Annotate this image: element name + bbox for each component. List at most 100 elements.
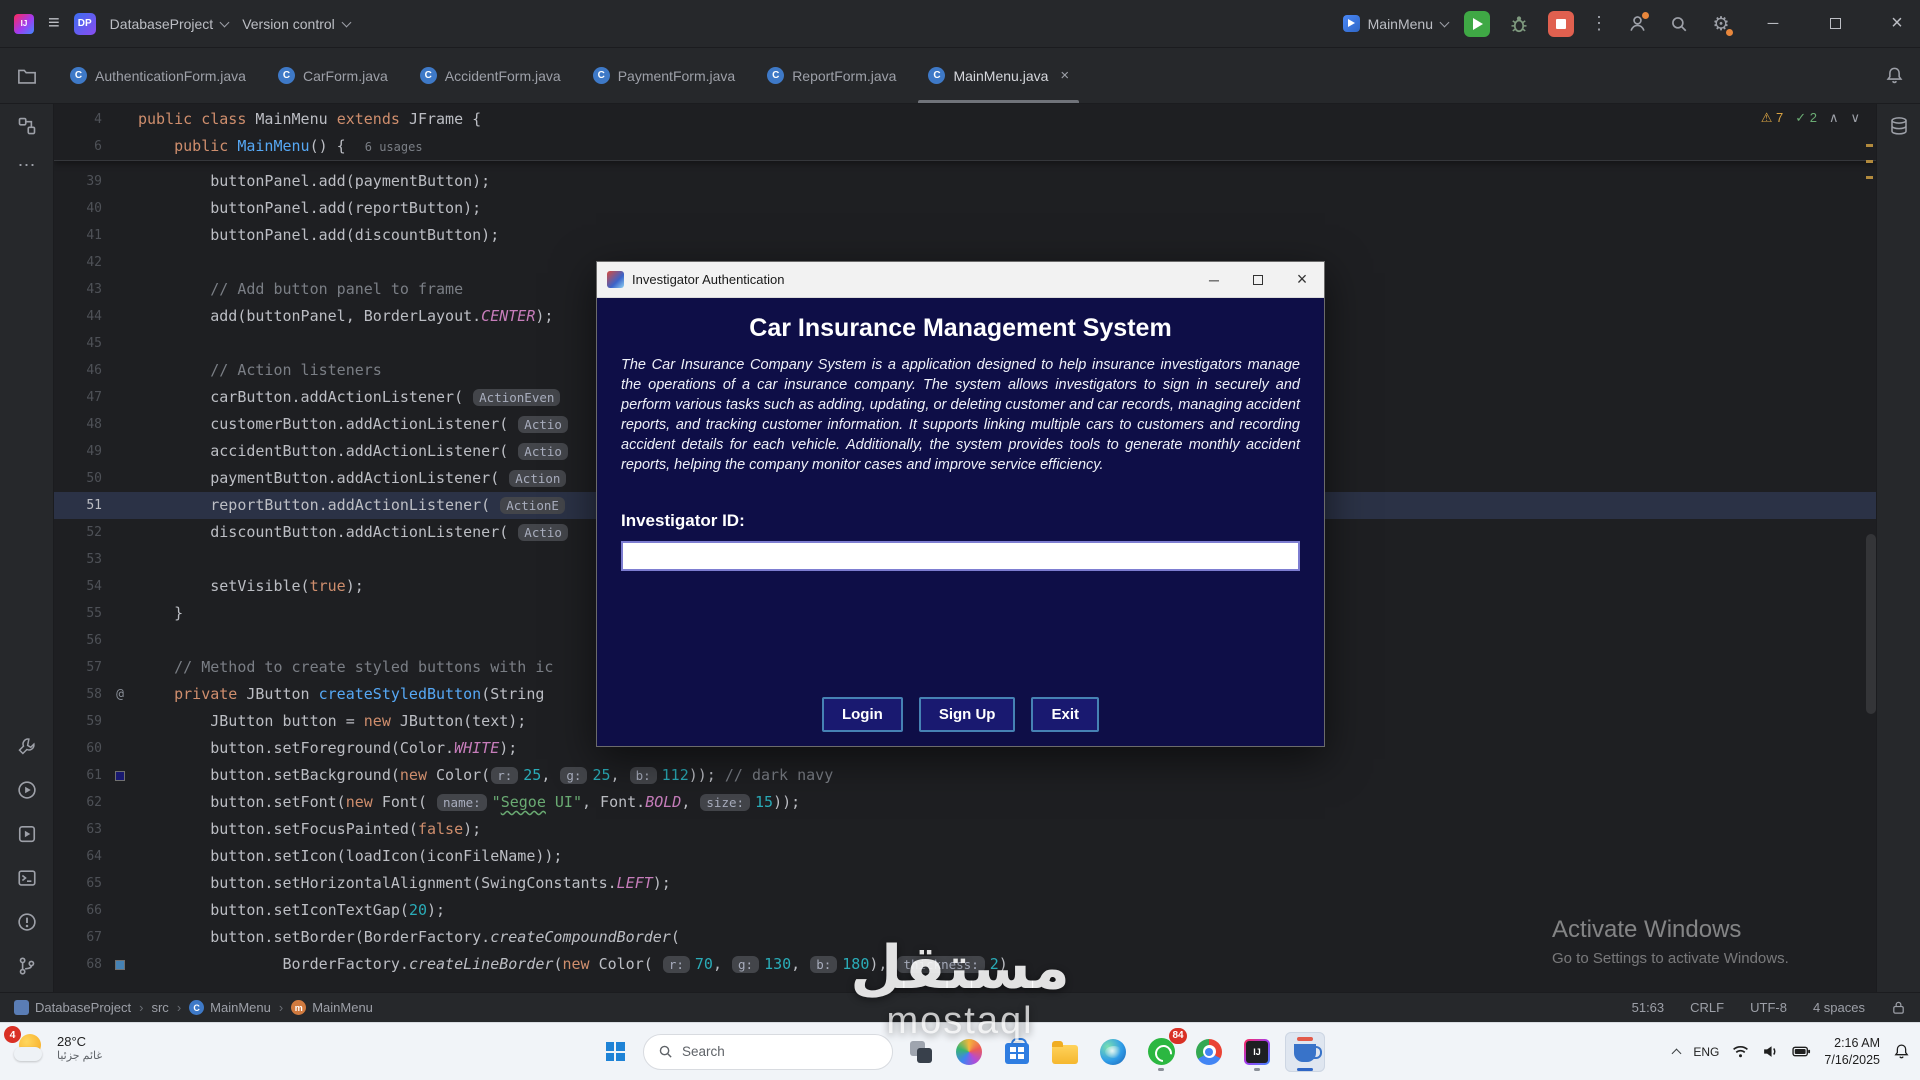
- debug-button[interactable]: [1506, 11, 1532, 37]
- java-app-button[interactable]: [1285, 1032, 1325, 1072]
- file-encoding[interactable]: UTF-8: [1750, 1000, 1787, 1015]
- line-number: 49: [54, 438, 102, 465]
- error-stripe-mark[interactable]: [1866, 160, 1873, 163]
- stop-button[interactable]: [1548, 11, 1574, 37]
- more-actions-icon[interactable]: ⋮: [1590, 13, 1608, 34]
- notifications-button[interactable]: [1885, 48, 1920, 103]
- breadcrumb-item-DatabaseProject[interactable]: DatabaseProject: [14, 1000, 131, 1015]
- java-app-icon: [1294, 1044, 1316, 1062]
- caret-position[interactable]: 51:63: [1632, 1000, 1665, 1015]
- window-maximize-button[interactable]: [1812, 0, 1858, 48]
- more-toolwindows-icon[interactable]: ⋯: [18, 160, 36, 170]
- tray-chevron-up-icon[interactable]: [1672, 1049, 1682, 1059]
- file-explorer-button[interactable]: [1045, 1032, 1085, 1072]
- git-toolwindow-button[interactable]: [17, 956, 37, 976]
- terminal-toolwindow-button[interactable]: [17, 868, 37, 888]
- search-everywhere-button[interactable]: [1666, 11, 1692, 37]
- build-toolwindow-button[interactable]: [17, 736, 37, 756]
- store-app-button[interactable]: [997, 1032, 1037, 1072]
- indent-style[interactable]: 4 spaces: [1813, 1000, 1865, 1015]
- tab-PaymentForm.java[interactable]: CPaymentForm.java: [577, 48, 751, 103]
- intellij-button[interactable]: IJ: [1237, 1032, 1277, 1072]
- class-icon: C: [420, 67, 437, 84]
- structure-toolwindow-button[interactable]: [17, 116, 37, 136]
- settings-button[interactable]: ⚙: [1708, 11, 1734, 37]
- tab-AuthenticationForm.java[interactable]: CAuthenticationForm.java: [54, 48, 262, 103]
- line-separator[interactable]: CRLF: [1690, 1000, 1724, 1015]
- tab-close-icon[interactable]: ×: [1060, 67, 1069, 84]
- run-toolwindow-button[interactable]: [17, 780, 37, 800]
- login-button[interactable]: Login: [822, 697, 903, 732]
- dialog-minimize-button[interactable]: ─: [1192, 262, 1236, 297]
- code-line-40[interactable]: 40 buttonPanel.add(reportButton);: [54, 195, 1876, 222]
- dialog-close-button[interactable]: ×: [1280, 262, 1324, 297]
- exit-button[interactable]: Exit: [1031, 697, 1099, 732]
- database-toolwindow-button[interactable]: [1889, 116, 1909, 136]
- problems-toolwindow-button[interactable]: [17, 912, 37, 932]
- tab-ReportForm.java[interactable]: CReportForm.java: [751, 48, 912, 103]
- run-button[interactable]: [1464, 11, 1490, 37]
- code-line-64[interactable]: 64 button.setIcon(loadIcon(iconFileName)…: [54, 843, 1876, 870]
- edge-browser-button[interactable]: [1093, 1032, 1133, 1072]
- code-line-41[interactable]: 41 buttonPanel.add(discountButton);: [54, 222, 1876, 249]
- volume-icon[interactable]: [1762, 1044, 1779, 1059]
- start-button[interactable]: [595, 1032, 635, 1072]
- breadcrumb-item-MainMenu[interactable]: CMainMenu: [189, 1000, 271, 1015]
- tab-MainMenu.java[interactable]: CMainMenu.java×: [912, 48, 1085, 103]
- main-menu-icon[interactable]: ≡: [48, 12, 60, 35]
- taskbar-search[interactable]: Search: [643, 1034, 893, 1070]
- code-line-6[interactable]: 6 public MainMenu() { 6 usages: [54, 133, 1876, 160]
- weather-widget[interactable]: 4 28°C غائم جزئيا: [10, 1030, 102, 1068]
- weather-temp: 28°C: [57, 1034, 102, 1050]
- profile-button[interactable]: [1624, 11, 1650, 37]
- code-line-62[interactable]: 62 button.setFont(new Font( name:"Segoe …: [54, 789, 1876, 816]
- dialog-titlebar[interactable]: Investigator Authentication ─ ×: [597, 262, 1324, 298]
- services-toolwindow-button[interactable]: [17, 824, 37, 844]
- error-stripe-mark[interactable]: [1866, 144, 1873, 147]
- error-stripe-mark[interactable]: [1866, 176, 1873, 179]
- sign-up-button[interactable]: Sign Up: [919, 697, 1016, 732]
- tab-AccidentForm.java[interactable]: CAccidentForm.java: [404, 48, 577, 103]
- inspections-widget[interactable]: ⚠ 7 ✓ 2 ∧ ∨: [1761, 110, 1860, 126]
- chevron-down-icon: [341, 17, 351, 27]
- code-line-39[interactable]: 39 buttonPanel.add(paymentButton);: [54, 168, 1876, 195]
- code-line-65[interactable]: 65 button.setHorizontalAlignment(SwingCo…: [54, 870, 1876, 897]
- window-minimize-button[interactable]: ─: [1750, 0, 1796, 48]
- gutter: [102, 276, 138, 303]
- settings-update-dot: [1726, 29, 1733, 36]
- tab-label: CarForm.java: [303, 68, 388, 84]
- method-icon: m: [291, 1000, 306, 1015]
- chrome-button[interactable]: [1189, 1032, 1229, 1072]
- battery-icon[interactable]: [1792, 1045, 1811, 1058]
- prev-problem-icon[interactable]: ∧: [1829, 110, 1839, 126]
- windows-logo-icon: [606, 1042, 625, 1061]
- language-indicator[interactable]: ENG: [1693, 1045, 1719, 1059]
- tab-label: AuthenticationForm.java: [95, 68, 246, 84]
- code-line-63[interactable]: 63 button.setFocusPainted(false);: [54, 816, 1876, 843]
- breadcrumb-item-MainMenu[interactable]: mMainMenu: [291, 1000, 373, 1015]
- photos-app-button[interactable]: [949, 1032, 989, 1072]
- investigator-id-input[interactable]: [621, 541, 1300, 571]
- breadcrumb-item-src[interactable]: src: [151, 1000, 168, 1015]
- notification-center-button[interactable]: [1893, 1043, 1910, 1060]
- wifi-icon[interactable]: [1732, 1044, 1749, 1059]
- whatsapp-button[interactable]: 84: [1141, 1032, 1181, 1072]
- vcs-widget[interactable]: Version control: [242, 16, 350, 32]
- editor-scrollbar[interactable]: [1866, 534, 1876, 714]
- gutter: [102, 843, 138, 870]
- project-toolwindow-button[interactable]: [0, 48, 54, 103]
- run-configuration-selector[interactable]: MainMenu: [1343, 15, 1448, 32]
- dialog-maximize-button[interactable]: [1236, 262, 1280, 297]
- code-line-4[interactable]: 4public class MainMenu extends JFrame {: [54, 106, 1876, 133]
- lock-icon[interactable]: [1891, 1000, 1906, 1015]
- next-problem-icon[interactable]: ∨: [1850, 110, 1860, 126]
- taskbar-clock[interactable]: 2:16 AM 7/16/2025: [1824, 1035, 1880, 1068]
- project-icon: [14, 1000, 29, 1015]
- gutter: [102, 654, 138, 681]
- code-line-61[interactable]: 61 button.setBackground(new Color(r:25, …: [54, 762, 1876, 789]
- tab-CarForm.java[interactable]: CCarForm.java: [262, 48, 404, 103]
- task-view-button[interactable]: [901, 1032, 941, 1072]
- project-selector[interactable]: DatabaseProject: [110, 16, 229, 32]
- window-close-button[interactable]: ×: [1874, 0, 1920, 48]
- project-avatar[interactable]: DP: [74, 13, 96, 35]
